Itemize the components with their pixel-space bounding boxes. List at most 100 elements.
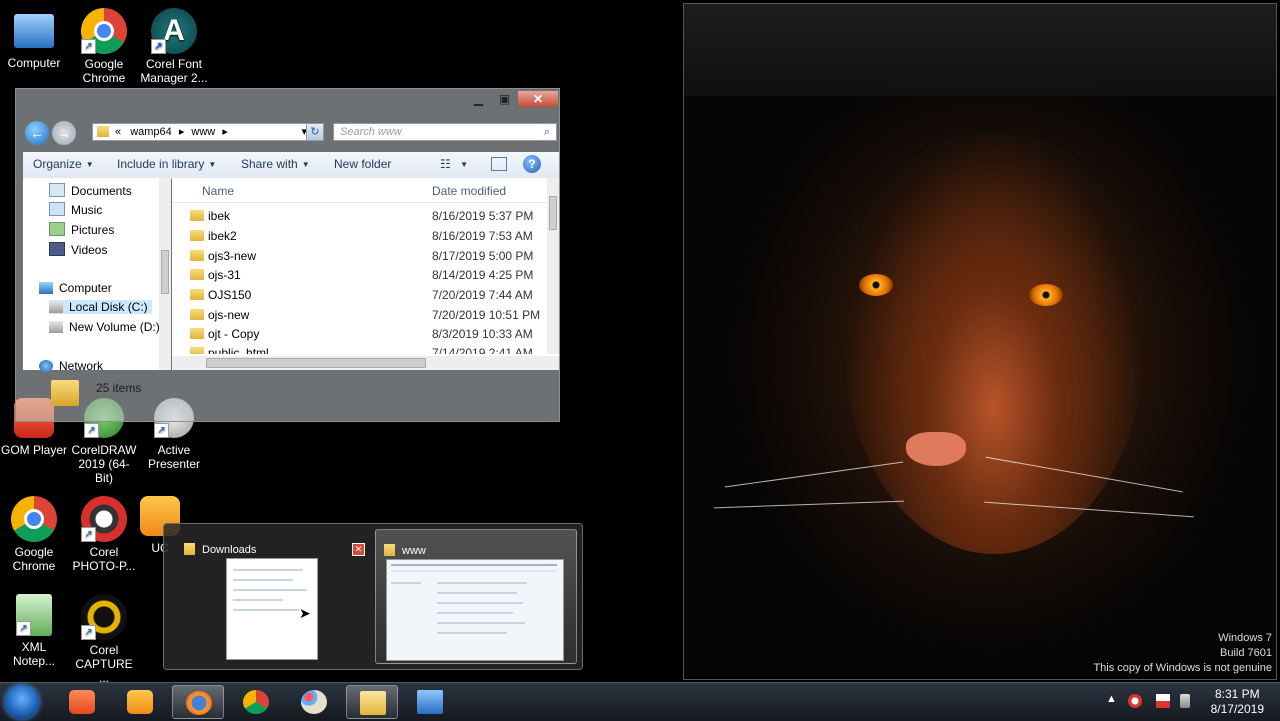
new-folder-button[interactable]: New folder	[334, 157, 391, 171]
explorer-window-www[interactable]: ▁ ▣ ✕ ← → « wamp64 ▸ www ▸ ▾ ↻ Search ww…	[15, 88, 560, 422]
thumb-line	[391, 570, 557, 572]
ghost-toolbar	[684, 4, 1276, 96]
uc-browser-icon	[127, 690, 153, 714]
share-with-menu[interactable]: Share with ▼	[241, 157, 310, 171]
folder-icon	[360, 691, 386, 715]
windows-watermark: Windows 7 Build 7601 This copy of Window…	[1093, 631, 1272, 676]
column-header-name[interactable]: Name	[202, 184, 234, 198]
desktop-icon-xml-notepad[interactable]: XML Notep...	[0, 594, 68, 668]
thumbnail-www[interactable]: www	[375, 529, 577, 664]
file-row[interactable]: OJS150 7/20/2019 7:44 AM	[172, 286, 552, 306]
breadcrumb-wamp64[interactable]: wamp64	[130, 126, 172, 138]
breadcrumb-overflow[interactable]: «	[115, 126, 121, 138]
paint-icon	[301, 690, 327, 714]
preview-pane-icon[interactable]	[491, 157, 507, 171]
nav-scrollbar-thumb[interactable]	[161, 250, 169, 294]
refresh-icon[interactable]: ↻	[306, 123, 324, 141]
file-row[interactable]: ojs-new 7/20/2019 10:51 PM	[172, 306, 552, 326]
computer-icon	[39, 282, 53, 294]
search-icon[interactable]: ⌕	[544, 124, 550, 140]
file-name: ibek2	[208, 229, 237, 243]
nav-item-new-volume-d[interactable]: New Volume (D:)	[49, 320, 160, 334]
nav-item-local-disk-c[interactable]: Local Disk (C:)	[49, 300, 152, 314]
thumbnail-downloads[interactable]: Downloads ✕ ➤	[168, 529, 370, 664]
desktop-icon-corel-photo-paint[interactable]: Corel PHOTO-P...	[70, 496, 138, 573]
taskbar-paint[interactable]	[288, 685, 340, 719]
folder-icon	[51, 380, 79, 406]
organize-menu[interactable]: Organize ▼	[33, 157, 94, 171]
nav-item-music[interactable]: Music	[49, 202, 102, 217]
close-button[interactable]: ✕	[518, 91, 558, 107]
watermark-line: This copy of Windows is not genuine	[1093, 662, 1272, 674]
header-divider	[172, 202, 547, 203]
nav-label: Documents	[71, 184, 132, 198]
chevron-right-icon[interactable]: ▸	[222, 126, 228, 138]
thumbnail-title: www	[402, 545, 426, 557]
file-row[interactable]: public_html 7/14/2019 2:41 AM	[172, 344, 552, 354]
nav-item-documents[interactable]: Documents	[49, 183, 132, 198]
nav-item-pictures[interactable]: Pictures	[49, 222, 114, 237]
computer-icon	[14, 14, 54, 48]
drive-icon	[49, 301, 63, 313]
file-row[interactable]: ojs3-new 8/17/2019 5:00 PM	[172, 247, 552, 267]
thumb-line	[437, 582, 527, 584]
horizontal-scrollbar-thumb[interactable]	[206, 358, 426, 368]
minimize-button[interactable]: ▁	[466, 91, 491, 107]
file-row[interactable]: ibek 8/16/2019 5:37 PM	[172, 207, 552, 227]
taskbar-app-1[interactable]	[56, 685, 108, 719]
nav-scrollbar[interactable]	[159, 178, 171, 370]
address-bar[interactable]: « wamp64 ▸ www ▸ ▾	[92, 123, 324, 141]
maximize-button[interactable]: ▣	[492, 91, 517, 107]
forward-arrow-icon[interactable]: →	[52, 121, 76, 145]
taskbar-remote-desktop[interactable]	[404, 685, 456, 719]
back-arrow-icon[interactable]: ←	[25, 121, 49, 145]
vertical-scrollbar-thumb[interactable]	[549, 196, 557, 230]
chevron-right-icon[interactable]: ▸	[179, 126, 185, 138]
taskbar-firefox[interactable]	[172, 685, 224, 719]
nav-item-computer[interactable]: Computer	[39, 281, 112, 295]
tray-app-icon[interactable]	[1128, 694, 1142, 708]
desktop-icon-label: CorelDRAW 2019 (64-Bit)	[71, 443, 137, 485]
start-button[interactable]	[5, 685, 39, 719]
show-hidden-icons-icon[interactable]: ▲	[1106, 693, 1117, 705]
vertical-scrollbar[interactable]	[547, 178, 559, 354]
battery-icon[interactable]	[1180, 694, 1190, 708]
desktop-icon-corel-font-manager[interactable]: A Corel Font Manager 2...	[140, 8, 208, 85]
background-explorer-window[interactable]: Windows 7 Build 7601 This copy of Window…	[683, 3, 1277, 680]
search-input[interactable]: Search www ⌕	[333, 123, 557, 141]
taskbar-windows-explorer[interactable]	[346, 685, 398, 719]
breadcrumb-www[interactable]: www	[191, 126, 215, 138]
desktop-icon-chrome[interactable]: Google Chrome	[70, 8, 138, 85]
taskbar: ▲ 8:31 PM 8/17/2019	[0, 682, 1280, 721]
nav-label: Videos	[71, 243, 108, 257]
file-name: OJS150	[208, 288, 252, 302]
include-in-library-menu[interactable]: Include in library ▼	[117, 157, 216, 171]
column-header-date-modified[interactable]: Date modified	[432, 184, 506, 198]
file-name: ojs3-new	[208, 249, 257, 263]
desktop-icon-computer[interactable]: Computer	[0, 8, 68, 70]
folder-icon	[97, 126, 109, 137]
help-icon[interactable]: ?	[523, 155, 541, 173]
folder-icon	[190, 328, 204, 339]
file-row[interactable]: ibek2 8/16/2019 7:53 AM	[172, 227, 552, 247]
caret-down-icon: ▼	[301, 160, 310, 169]
file-date: 7/20/2019 10:51 PM	[432, 308, 541, 322]
action-center-flag-icon[interactable]	[1156, 694, 1170, 708]
system-clock[interactable]: 8:31 PM 8/17/2019	[1211, 687, 1264, 717]
taskbar-uc-browser[interactable]	[114, 685, 166, 719]
desktop-icon-label: Google Chrome	[82, 57, 126, 85]
file-name: ojt - Copy	[208, 327, 260, 341]
file-row[interactable]: ojs-31 8/14/2019 4:25 PM	[172, 266, 552, 286]
chrome-icon	[81, 8, 127, 54]
desktop-icon-corel-capture[interactable]: Corel CAPTURE ...	[70, 594, 138, 685]
nav-item-videos[interactable]: Videos	[49, 242, 107, 257]
music-icon	[49, 202, 65, 216]
close-icon[interactable]: ✕	[352, 543, 365, 556]
file-row[interactable]: ojt - Copy 8/3/2019 10:33 AM	[172, 325, 552, 345]
horizontal-scrollbar[interactable]	[172, 356, 559, 370]
folder-icon	[384, 544, 395, 556]
tiger-left-eye	[859, 274, 893, 296]
view-options-icon[interactable]: ☷ ▼	[440, 157, 469, 171]
taskbar-chrome[interactable]	[230, 685, 282, 719]
desktop-icon-chrome-2[interactable]: Google Chrome	[0, 496, 68, 573]
